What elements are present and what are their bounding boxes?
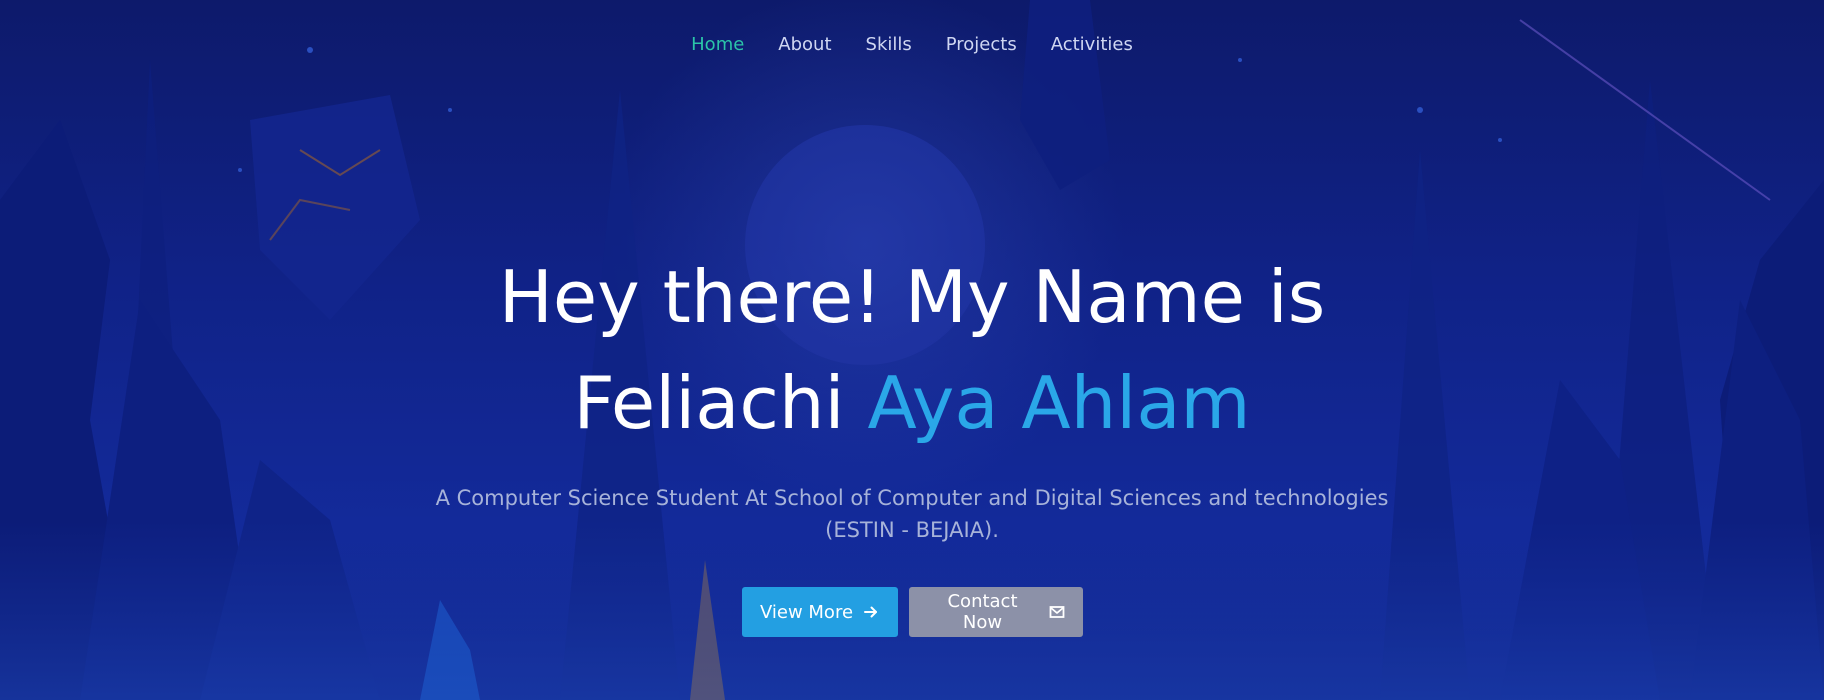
hero-actions: View More Contact Now — [0, 587, 1824, 637]
main-nav: Home About Skills Projects Activities — [0, 30, 1824, 59]
mail-icon — [1049, 604, 1065, 620]
headline-name-accent: Aya Ahlam — [867, 361, 1251, 445]
headline-name-first: Feliachi — [573, 361, 845, 445]
nav-link-skills[interactable]: Skills — [849, 30, 929, 59]
nav-link-projects[interactable]: Projects — [929, 30, 1034, 59]
hero-section: Home About Skills Projects Activities He… — [0, 0, 1824, 700]
view-more-label: View More — [759, 601, 854, 623]
contact-now-label: Contact Now — [947, 591, 1018, 633]
hero-headline: Hey there! My Name is Feliachi Aya Ahlam — [0, 244, 1824, 456]
arrow-right-icon — [863, 604, 879, 620]
view-more-button[interactable]: View More — [741, 587, 898, 637]
nav-link-activities[interactable]: Activities — [1034, 30, 1150, 59]
contact-now-button[interactable]: Contact Now — [908, 587, 1083, 637]
nav-link-home[interactable]: Home — [674, 30, 761, 59]
hero-subtitle: A Computer Science Student At School of … — [435, 486, 1389, 542]
nav-link-about[interactable]: About — [761, 30, 848, 59]
headline-line-1: Hey there! My Name is — [498, 255, 1326, 339]
